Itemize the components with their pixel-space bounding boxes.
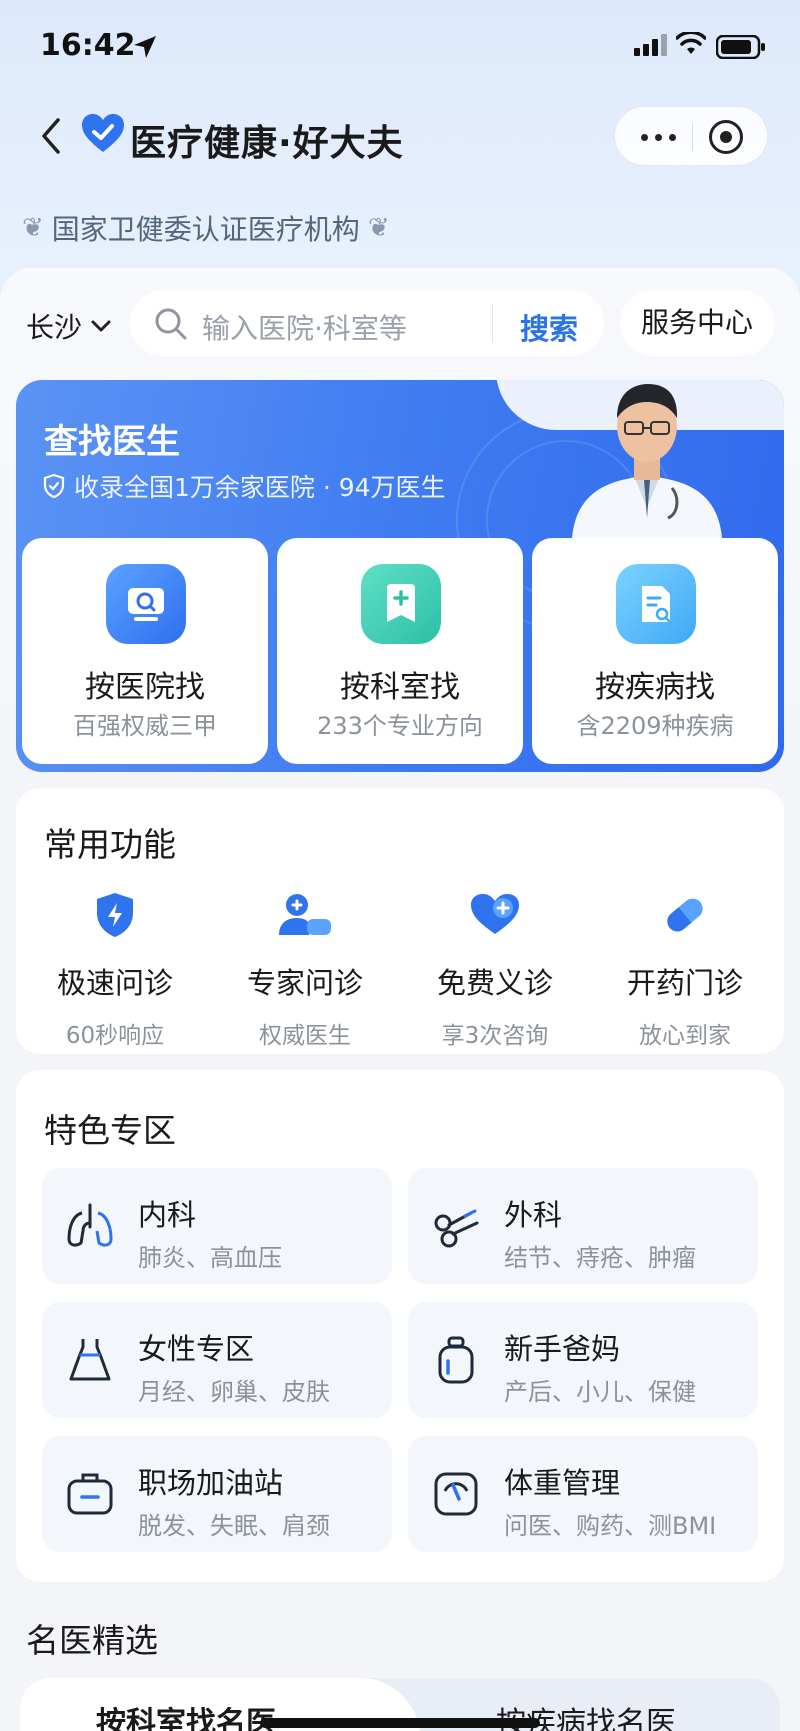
search-input[interactable]: 输入医院·科室等: [202, 307, 407, 347]
tile-subtitle: 233个专业方向: [317, 712, 483, 740]
brand-title: 医疗健康·好大夫: [130, 123, 404, 164]
function-subtitle: 放心到家: [639, 1023, 731, 1049]
search-button[interactable]: 搜索: [520, 306, 578, 348]
tile-title: 按疾病找: [595, 670, 715, 705]
find-by-hospital-tile[interactable]: 按医院找 百强权威三甲: [22, 538, 268, 764]
miniapp-capsule: [614, 106, 768, 166]
function-subtitle: 权威医生: [259, 1023, 351, 1049]
tile-subtitle: 含2209种疾病: [576, 712, 734, 740]
find-by-disease-tile[interactable]: 按疾病找 含2209种疾病: [532, 538, 778, 764]
function-subtitle: 60秒响应: [65, 1023, 165, 1049]
baby-bottle-icon: [428, 1332, 484, 1388]
internal-medicine-tile[interactable]: 内科 肺炎、高血压: [42, 1168, 392, 1284]
briefcase-icon: [62, 1466, 118, 1522]
hospital-search-icon: [106, 564, 186, 644]
search-bar[interactable]: 输入医院·科室等 搜索: [130, 290, 604, 356]
new-parents-tile[interactable]: 新手爸妈 产后、小儿、保健: [408, 1302, 758, 1418]
feature-subtitle: 月经、卵巢、皮肤: [138, 1378, 330, 1406]
lightning-shield-icon: [85, 890, 145, 940]
function-subtitle: 享3次咨询: [441, 1023, 549, 1049]
laurel-right-icon: ❦: [367, 213, 390, 243]
expert-chat-icon: [275, 890, 335, 940]
special-zone-title: 特色专区: [44, 1111, 176, 1150]
wifi-icon: [676, 32, 706, 54]
feature-subtitle: 肺炎、高血压: [138, 1244, 282, 1272]
expert-consult-item[interactable]: 专家问诊 权威医生: [210, 890, 400, 1050]
function-title: 极速问诊: [56, 966, 173, 1000]
function-title: 开药门诊: [626, 966, 743, 1000]
feature-title: 体重管理: [504, 1466, 621, 1500]
search-divider: [492, 304, 493, 342]
certification-text: 国家卫健委认证医疗机构: [51, 213, 360, 246]
feature-title: 女性专区: [138, 1332, 255, 1366]
find-by-department-tile[interactable]: 按科室找 233个专业方向: [277, 538, 523, 764]
brand-heart-logo: [82, 114, 124, 152]
disease-document-icon: [616, 564, 696, 644]
tile-title: 按科室找: [340, 670, 460, 705]
find-doctor-title: 查找医生: [44, 422, 180, 462]
find-doctor-subtitle: 收录全国1万余家医院 · 94万医生: [42, 468, 446, 504]
scissors-icon: [428, 1198, 484, 1254]
home-indicator: [260, 1718, 540, 1728]
find-doctor-subtitle-text: 收录全国1万余家医院 · 94万医生: [74, 473, 446, 502]
lungs-icon: [62, 1198, 118, 1254]
search-icon: [155, 308, 187, 340]
tile-title: 按医院找: [85, 670, 205, 705]
close-miniapp-button[interactable]: [709, 120, 743, 154]
feature-subtitle: 脱发、失眠、肩颈: [138, 1512, 330, 1540]
status-time: 16:42: [40, 28, 136, 63]
women-zone-tile[interactable]: 女性专区 月经、卵巢、皮肤: [42, 1302, 392, 1418]
city-selector[interactable]: 长沙: [26, 306, 112, 346]
feature-title: 内科: [138, 1198, 197, 1232]
department-icon: [361, 564, 441, 644]
shield-check-icon: [43, 473, 65, 499]
top-doctors-title: 名医精选: [26, 1621, 158, 1660]
common-functions-title: 常用功能: [44, 825, 176, 864]
location-arrow-icon: [134, 36, 156, 58]
feature-subtitle: 产后、小儿、保健: [504, 1378, 696, 1406]
workplace-station-tile[interactable]: 职场加油站 脱发、失眠、肩颈: [42, 1436, 392, 1552]
function-title: 专家问诊: [246, 966, 363, 1000]
feature-title: 新手爸妈: [504, 1332, 621, 1366]
free-clinic-item[interactable]: 免费义诊 享3次咨询: [400, 890, 590, 1050]
feature-title: 外科: [504, 1198, 563, 1232]
chevron-down-icon: [91, 320, 111, 332]
tile-subtitle: 百强权威三甲: [73, 712, 217, 740]
feature-subtitle: 结节、痔疮、肿瘤: [504, 1244, 696, 1272]
prescription-clinic-item[interactable]: 开药门诊 放心到家: [590, 890, 780, 1050]
signal-icon: [634, 34, 667, 56]
feature-title: 职场加油站: [138, 1466, 284, 1500]
service-center-button[interactable]: 服务中心: [620, 290, 774, 356]
capsule-divider: [692, 123, 693, 151]
heart-plus-icon: [465, 890, 525, 940]
dress-icon: [62, 1332, 118, 1388]
more-options-button[interactable]: [633, 117, 683, 157]
feature-subtitle: 问医、购药、测BMI: [504, 1512, 717, 1540]
weight-management-tile[interactable]: 体重管理 问医、购药、测BMI: [408, 1436, 758, 1552]
pill-icon: [655, 890, 715, 940]
scale-icon: [428, 1466, 484, 1522]
city-label: 长沙: [26, 311, 83, 344]
battery-icon: [716, 35, 765, 59]
status-bar: 16:42: [0, 0, 800, 96]
back-arrow-icon[interactable]: [36, 114, 66, 158]
function-title: 免费义诊: [436, 966, 553, 1000]
fast-consult-item[interactable]: 极速问诊 60秒响应: [20, 890, 210, 1050]
certification-line: ❦ 国家卫健委认证医疗机构 ❦: [22, 208, 390, 248]
doctor-avatar-illustration: [572, 384, 722, 538]
tab-by-department[interactable]: 按科室找名医: [96, 1698, 276, 1731]
surgery-tile[interactable]: 外科 结节、痔疮、肿瘤: [408, 1168, 758, 1284]
laurel-left-icon: ❦: [22, 213, 44, 243]
